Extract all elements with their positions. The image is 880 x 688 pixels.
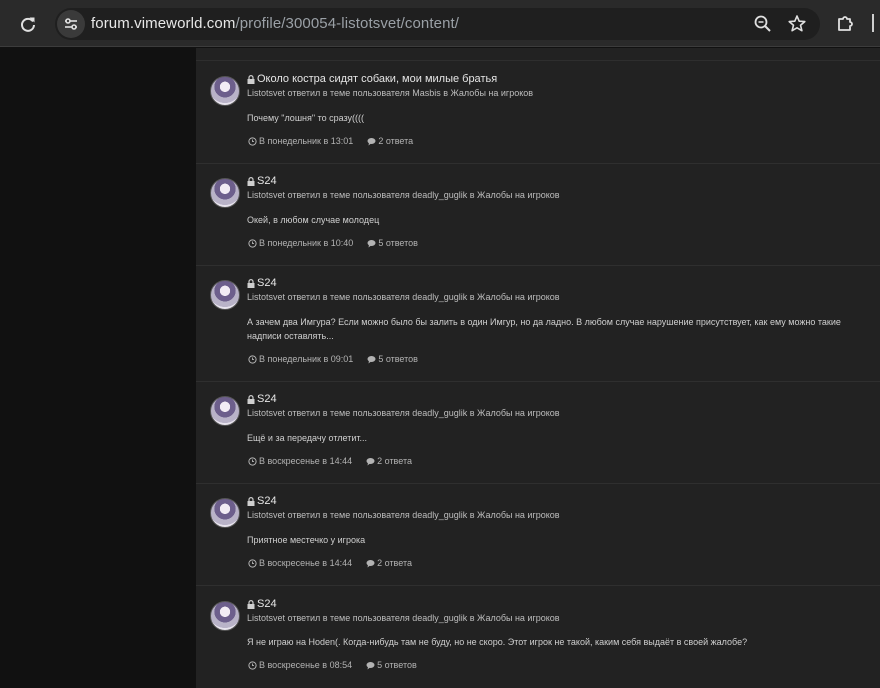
activity-item: Около костра сидят собаки, мои милые бра… bbox=[196, 73, 880, 164]
activity-meta: Listotsvet ответил в теме пользователя M… bbox=[247, 88, 534, 98]
comment-icon bbox=[367, 137, 376, 145]
topic-title[interactable]: S24 bbox=[247, 175, 277, 187]
bookmark-star-icon[interactable] bbox=[786, 13, 808, 35]
topic-title[interactable]: S24 bbox=[247, 598, 277, 610]
avatar[interactable] bbox=[210, 601, 240, 631]
post-stats: В понедельник в 10:40 5 ответов bbox=[248, 238, 418, 248]
reply-count: 5 ответов bbox=[377, 660, 417, 670]
comment-icon bbox=[366, 457, 375, 465]
lock-icon bbox=[247, 599, 255, 609]
topic-title-text: S24 bbox=[257, 495, 277, 507]
post-time[interactable]: В понедельник в 10:40 bbox=[259, 238, 353, 248]
site-settings-icon[interactable] bbox=[57, 10, 85, 38]
post-stats: В воскресенье в 08:54 5 ответов bbox=[248, 660, 417, 670]
reply-count: 2 ответа bbox=[377, 456, 412, 466]
comment-icon bbox=[366, 661, 375, 669]
avatar[interactable] bbox=[210, 76, 240, 106]
activity-item: S24 Listotsvet ответил в теме пользовате… bbox=[196, 495, 880, 586]
post-time[interactable]: В воскресенье в 08:54 bbox=[259, 660, 352, 670]
comment-icon bbox=[367, 355, 376, 363]
item-divider bbox=[196, 483, 880, 484]
activity-meta: Listotsvet ответил в теме пользователя d… bbox=[247, 292, 560, 302]
avatar[interactable] bbox=[210, 396, 240, 426]
comment-icon bbox=[367, 239, 376, 247]
item-divider bbox=[196, 163, 880, 164]
address-bar[interactable]: forum.vimeworld.com/profile/300054-listo… bbox=[55, 8, 820, 40]
topic-title-text: Около костра сидят собаки, мои милые бра… bbox=[257, 73, 498, 85]
url-text[interactable]: forum.vimeworld.com/profile/300054-listo… bbox=[91, 15, 459, 32]
activity-item: S24 Listotsvet ответил в теме пользовате… bbox=[196, 598, 880, 688]
left-margin bbox=[0, 48, 196, 688]
avatar[interactable] bbox=[210, 178, 240, 208]
topic-title[interactable]: Около костра сидят собаки, мои милые бра… bbox=[247, 73, 497, 85]
post-excerpt: Я не играю на Hoden(. Когда-нибудь там н… bbox=[247, 637, 748, 647]
item-divider bbox=[196, 585, 880, 586]
url-path: /profile/300054-listotsvet/content/ bbox=[235, 15, 460, 32]
activity-item: S24 Listotsvet ответил в теме пользовате… bbox=[196, 277, 880, 382]
avatar[interactable] bbox=[210, 280, 240, 310]
extensions-icon[interactable] bbox=[835, 12, 857, 34]
topic-title[interactable]: S24 bbox=[247, 393, 277, 405]
comment-icon bbox=[366, 559, 375, 567]
post-excerpt: Окей, в любом случае молодец bbox=[247, 215, 380, 225]
reply-count: 2 ответа bbox=[378, 136, 414, 146]
activity-meta: Listotsvet ответил в теме пользователя d… bbox=[247, 190, 560, 200]
topic-title[interactable]: S24 bbox=[247, 495, 277, 507]
clock-icon bbox=[248, 558, 257, 568]
clock-icon bbox=[248, 660, 257, 670]
topic-title-text: S24 bbox=[257, 598, 277, 610]
lock-icon bbox=[247, 74, 255, 84]
clock-icon bbox=[248, 456, 257, 466]
topic-title-text: S24 bbox=[257, 175, 277, 187]
clock-icon bbox=[248, 136, 257, 146]
post-time[interactable]: В понедельник в 13:01 bbox=[259, 136, 353, 146]
lock-icon bbox=[247, 496, 255, 506]
post-excerpt: Почему "лошня" то сразу(((( bbox=[247, 113, 365, 123]
reply-count: 2 ответа bbox=[377, 558, 412, 568]
item-divider bbox=[196, 381, 880, 382]
topic-title-text: S24 bbox=[257, 393, 277, 405]
post-time[interactable]: В воскресенье в 14:44 bbox=[259, 456, 352, 466]
post-stats: В понедельник в 13:01 2 ответа bbox=[248, 136, 413, 146]
toolbar-edge bbox=[872, 14, 874, 32]
post-excerpt: Ещё и за передачу отлетит... bbox=[247, 433, 367, 443]
activity-meta: Listotsvet ответил в теме пользователя d… bbox=[247, 510, 560, 520]
url-host: forum.vimeworld.com bbox=[91, 15, 236, 32]
activity-item: S24 Listotsvet ответил в теме пользовате… bbox=[196, 175, 880, 266]
clock-icon bbox=[248, 238, 257, 248]
activity-meta: Listotsvet ответил в теме пользователя d… bbox=[247, 613, 560, 623]
reply-count: 5 ответов bbox=[378, 238, 418, 248]
activity-meta: Listotsvet ответил в теме пользователя d… bbox=[247, 408, 560, 418]
reload-icon[interactable] bbox=[16, 12, 40, 36]
feed-divider bbox=[196, 60, 880, 61]
browser-toolbar: forum.vimeworld.com/profile/300054-listo… bbox=[0, 0, 880, 47]
post-stats: В понедельник в 09:01 5 ответов bbox=[248, 354, 418, 364]
post-stats: В воскресенье в 14:44 2 ответа bbox=[248, 558, 412, 568]
topic-title-text: S24 bbox=[257, 277, 277, 289]
post-excerpt: А зачем два Имгура? Если можно было бы з… bbox=[247, 317, 841, 341]
lock-icon bbox=[247, 176, 255, 186]
activity-item: S24 Listotsvet ответил в теме пользовате… bbox=[196, 393, 880, 484]
lock-icon bbox=[247, 278, 255, 288]
topic-title[interactable]: S24 bbox=[247, 277, 277, 289]
post-time[interactable]: В воскресенье в 14:44 bbox=[259, 558, 352, 568]
reply-count: 5 ответов bbox=[378, 354, 418, 364]
post-excerpt: Приятное местечко у игрока bbox=[247, 535, 366, 545]
lock-icon bbox=[247, 394, 255, 404]
content-feed: Около костра сидят собаки, мои милые бра… bbox=[196, 48, 880, 688]
post-time[interactable]: В понедельник в 09:01 bbox=[259, 354, 353, 364]
zoom-icon[interactable] bbox=[753, 14, 773, 34]
avatar[interactable] bbox=[210, 498, 240, 528]
item-divider bbox=[196, 265, 880, 266]
clock-icon bbox=[248, 354, 257, 364]
post-stats: В воскресенье в 14:44 2 ответа bbox=[248, 456, 412, 466]
